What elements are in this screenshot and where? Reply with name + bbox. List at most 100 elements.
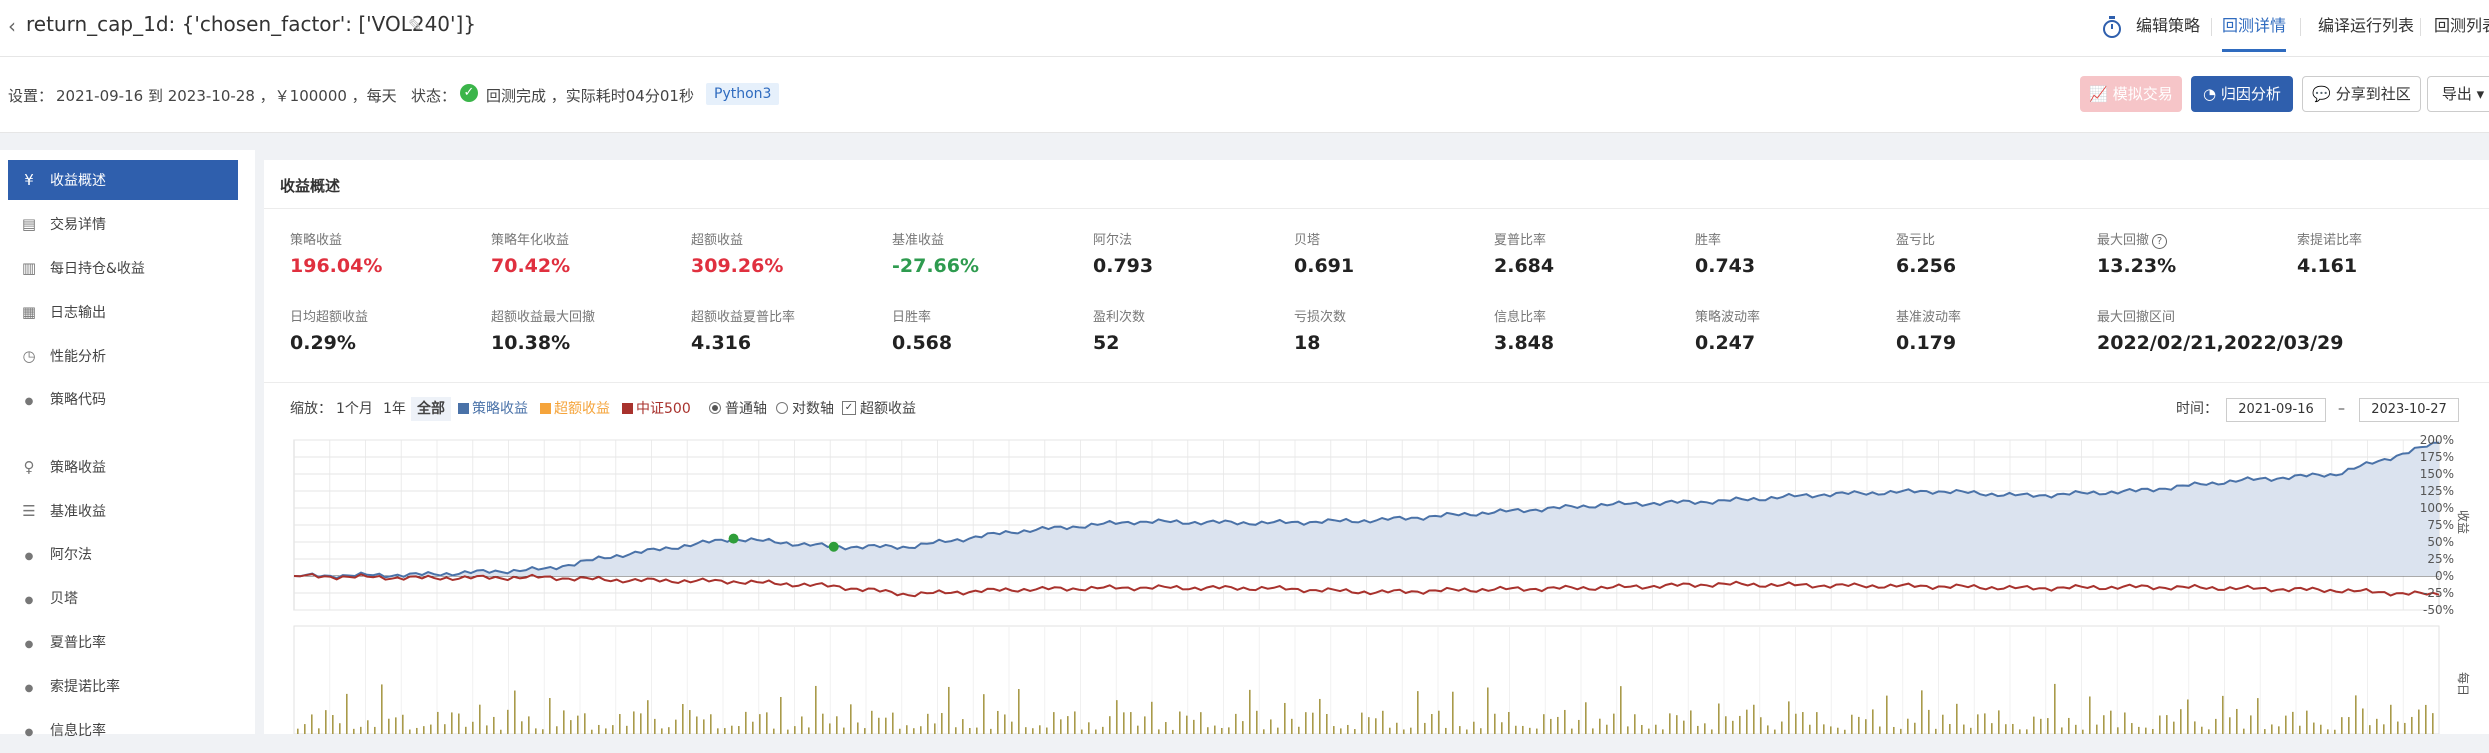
daily-bar xyxy=(2131,723,2133,734)
sidebar-item-code[interactable]: ● 策略代码 xyxy=(8,380,238,420)
date-from-input[interactable]: 2021-09-16 xyxy=(2226,398,2326,422)
daily-bar xyxy=(1165,722,1167,734)
daily-bar xyxy=(1711,729,1713,734)
sidebar-item-beta[interactable]: ● 贝塔 xyxy=(8,579,238,619)
sidebar-item-summary[interactable]: ¥ 收益概述 xyxy=(8,160,238,200)
metric-label: 贝塔 xyxy=(1294,233,1321,248)
metric-label: 盈利次数 xyxy=(1093,310,1146,325)
metric-excess-sharpe: 超额收益夏普比率 4.316 xyxy=(691,306,891,354)
checkbox-icon: ✓ xyxy=(842,401,856,415)
sidebar-item-daily-positions[interactable]: ▥ 每日持仓&收益 xyxy=(8,248,238,288)
daily-bar xyxy=(1634,714,1636,734)
help-icon[interactable]: ? xyxy=(2152,234,2168,249)
chevron-left-icon[interactable]: ‹ xyxy=(8,14,16,38)
daily-bar xyxy=(339,723,341,734)
daily-bar xyxy=(416,727,418,734)
legend-strategy[interactable]: 策略收益 xyxy=(458,397,528,421)
daily-bar xyxy=(1753,704,1755,734)
daily-bar xyxy=(899,728,901,734)
sidebar-item-logs[interactable]: ▦ 日志输出 xyxy=(8,292,238,332)
daily-bar xyxy=(2138,726,2140,734)
daily-bar xyxy=(913,728,915,734)
daily-bar xyxy=(367,720,369,734)
daily-bar xyxy=(1452,691,1454,734)
nav-divider xyxy=(2300,18,2301,36)
daily-bar xyxy=(1893,726,1895,734)
daily-bar xyxy=(1158,729,1160,734)
metric-value: 2022/02/21,2022/03/29 xyxy=(2097,332,2344,354)
daily-bar xyxy=(388,718,390,734)
pencil-icon[interactable]: ✎ xyxy=(408,16,422,36)
legend-excess[interactable]: 超额收益 xyxy=(540,397,610,421)
tab-compile-list[interactable]: 编译运行列表 xyxy=(2318,0,2414,52)
attribution-button[interactable]: ◔ 归因分析 xyxy=(2191,76,2293,112)
caret-down-icon: ▾ xyxy=(2476,85,2485,103)
zoom-all-button[interactable]: 全部 xyxy=(411,397,451,421)
metric-win-count: 盈利次数 52 xyxy=(1093,306,1293,354)
zoom-1m-button[interactable]: 1个月 xyxy=(330,397,379,421)
date-to-input[interactable]: 2023-10-27 xyxy=(2359,398,2459,422)
sidebar-item-sharpe[interactable]: ● 夏普比率 xyxy=(8,623,238,663)
sidebar-item-sortino[interactable]: ● 索提诺比率 xyxy=(8,667,238,707)
axis-normal-radio[interactable]: 普通轴 xyxy=(709,397,767,421)
daily-bar xyxy=(2404,722,2406,734)
settings-bar: 设置： 2021-09-16 到 2023-10-28 ，￥100000 ，每天… xyxy=(0,57,2489,133)
share-button[interactable]: 💬 分享到社区 xyxy=(2302,76,2421,112)
daily-bar xyxy=(1228,727,1230,734)
daily-bar xyxy=(920,726,922,734)
metric-value: 0.568 xyxy=(892,332,953,354)
metric-label: 日均超额收益 xyxy=(290,310,369,325)
daily-bar xyxy=(619,714,621,734)
daily-bar xyxy=(654,718,656,734)
metric-label: 盈亏比 xyxy=(1896,233,1936,248)
daily-bar xyxy=(1431,714,1433,734)
daily-bar xyxy=(542,729,544,734)
sidebar-item-alpha[interactable]: ● 阿尔法 xyxy=(8,535,238,575)
metric-value: 18 xyxy=(1294,332,1321,354)
tab-edit-strategy[interactable]: 编辑策略 xyxy=(2136,0,2200,52)
daily-bar xyxy=(1270,719,1272,734)
sidebar-item-info-ratio[interactable]: ● 信息比率 xyxy=(8,711,238,751)
daily-bar xyxy=(1046,727,1048,734)
export-button[interactable]: 导出 ▾ xyxy=(2427,76,2489,112)
metric-profit-loss-ratio: 盈亏比 6.256 xyxy=(1896,229,2096,277)
zoom-1y-button[interactable]: 1年 xyxy=(377,397,412,421)
sidebar-item-benchmark-return[interactable]: ☰ 基准收益 xyxy=(8,491,238,531)
daily-bar xyxy=(1851,714,1853,734)
legend-benchmark[interactable]: 中证500 xyxy=(622,397,691,421)
daily-bar xyxy=(864,728,866,734)
daily-bar xyxy=(1655,724,1657,734)
metric-value: 309.26% xyxy=(691,255,784,277)
daily-bar xyxy=(857,722,859,734)
y-tick-label: 200% xyxy=(2420,433,2454,447)
sidebar-item-performance[interactable]: ◷ 性能分析 xyxy=(8,336,238,376)
metric-label: 阿尔法 xyxy=(1093,233,1133,248)
returns-chart[interactable]: 200%175%150%125%100%75%50%25%0%-25%-50% … xyxy=(264,430,2489,734)
status-text: 回测完成 ，实际耗时04分01秒 xyxy=(486,87,694,105)
bullet-icon: ● xyxy=(24,727,34,738)
daily-bar xyxy=(1613,713,1615,734)
daily-bar xyxy=(1060,719,1062,734)
daily-bar xyxy=(500,729,502,734)
sidebar-item-trades[interactable]: ▤ 交易详情 xyxy=(8,204,238,244)
daily-bar xyxy=(1361,712,1363,734)
tab-backtest-list[interactable]: 回测列表 xyxy=(2434,0,2489,52)
metric-value: 70.42% xyxy=(491,255,571,277)
axis-log-radio[interactable]: 对数轴 xyxy=(776,397,834,421)
daily-bar xyxy=(1900,728,1902,734)
lower-axis-label: 每日 xyxy=(2456,672,2471,696)
daily-bar xyxy=(1151,701,1153,734)
daily-bar xyxy=(1263,729,1265,734)
settings-label: 设置： xyxy=(8,87,54,105)
daily-bar xyxy=(934,723,936,734)
daily-bar xyxy=(1193,719,1195,734)
metric-value: 4.316 xyxy=(691,332,752,354)
excess-checkbox[interactable]: ✓ 超额收益 xyxy=(842,397,916,421)
daily-bar xyxy=(2313,722,2315,734)
daily-bar xyxy=(1984,713,1986,734)
simulate-button[interactable]: 📈 模拟交易 xyxy=(2080,76,2182,112)
tab-backtest-detail[interactable]: 回测详情 xyxy=(2222,0,2287,52)
daily-bar xyxy=(2180,709,2182,734)
sidebar-item-strategy-return[interactable]: ♀ 策略收益 xyxy=(8,447,238,487)
daily-bar xyxy=(738,726,740,734)
